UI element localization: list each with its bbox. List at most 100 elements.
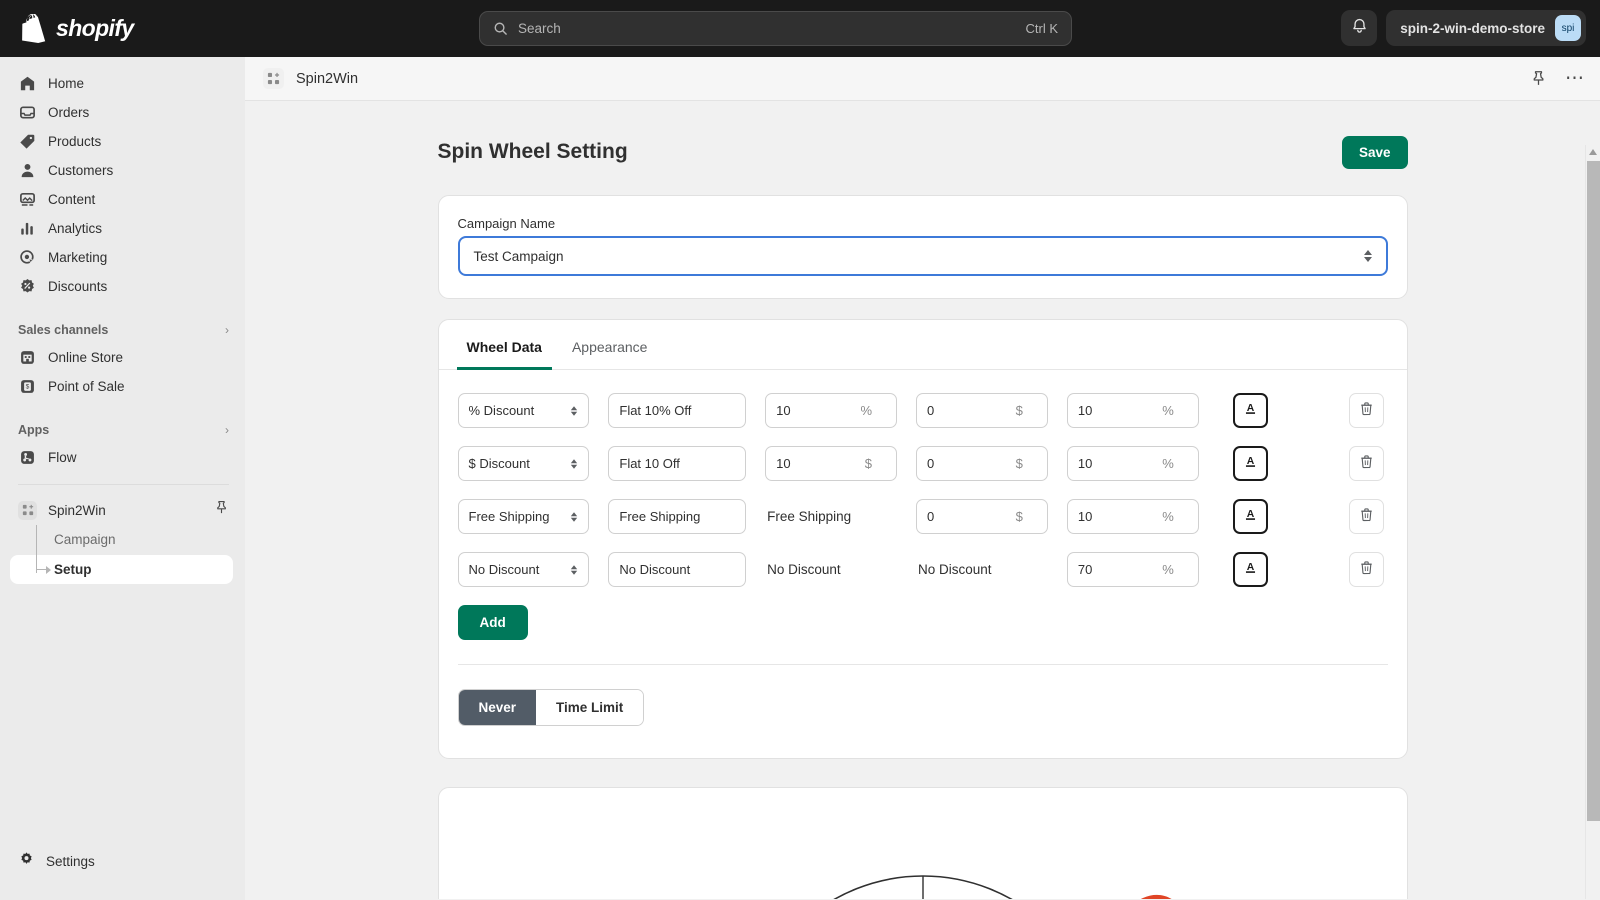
sidebar-item-campaign[interactable]: Campaign [10, 525, 233, 554]
row-color-cell: A [1232, 552, 1271, 587]
tab-wheel-data[interactable]: Wheel Data [456, 330, 552, 370]
delete-row-button[interactable] [1349, 446, 1385, 481]
value-suffix: % [1162, 509, 1174, 524]
wheel-label-input[interactable]: Free Shipping [608, 499, 747, 534]
discount-type-select[interactable]: Free Shipping [457, 499, 590, 534]
sidebar-item-label: Campaign [54, 532, 116, 547]
row-probability-cell: 10 % [1066, 499, 1199, 534]
add-row-button[interactable]: Add [457, 605, 528, 640]
more-horizontal-icon[interactable]: ⋯ [1565, 69, 1585, 88]
wheel-label-input[interactable]: No Discount [608, 552, 747, 587]
vertical-scrollbar[interactable] [1585, 145, 1600, 899]
tab-appearance[interactable]: Appearance [562, 330, 658, 370]
sidebar-item-settings[interactable]: Settings [10, 847, 103, 876]
svg-text:A: A [1247, 455, 1255, 466]
sidebar-item-point-of-sale[interactable]: $ Point of Sale [10, 372, 237, 401]
text-color-button[interactable]: A [1232, 446, 1268, 481]
probability-value: 10 [1077, 403, 1093, 418]
sidebar-item-home[interactable]: Home [10, 69, 237, 98]
text-color-button[interactable]: A [1232, 499, 1268, 534]
sidebar-item-content[interactable]: Content [10, 185, 237, 214]
tree-connector [36, 525, 37, 573]
probability-input[interactable]: 10 % [1066, 393, 1199, 428]
row-value1-cell: Free Shipping [765, 509, 897, 524]
delete-row-button[interactable] [1349, 499, 1385, 534]
minimum-amount-input[interactable]: 0 $ [916, 499, 1048, 534]
probability-input[interactable]: 10 % [1066, 499, 1199, 534]
notifications-button[interactable] [1341, 10, 1378, 46]
chevron-right-icon[interactable]: › [225, 423, 229, 437]
segment-never[interactable]: Never [458, 690, 537, 725]
sidebar-item-flow[interactable]: Flow [10, 443, 237, 472]
save-button[interactable]: Save [1341, 135, 1408, 169]
row-delete-cell [1349, 393, 1387, 428]
svg-text:A: A [1247, 402, 1255, 413]
sidebar-item-online-store[interactable]: Online Store [10, 343, 237, 372]
table-row: Free Shipping Free Shipping Free Shippin… [457, 490, 1388, 543]
minimum-amount-value: 0 [927, 509, 935, 524]
probability-input[interactable]: 70 % [1066, 552, 1199, 587]
store-switcher[interactable]: spin-2-win-demo-store spi [1386, 10, 1586, 46]
discount-type-select[interactable]: $ Discount [457, 446, 590, 481]
wheel-preview-card [437, 787, 1408, 899]
row-color-cell: A [1232, 446, 1271, 481]
sidebar-section-sales-channels[interactable]: Sales channels › [18, 317, 229, 343]
search-input[interactable]: Search [518, 21, 1026, 36]
discount-value-input[interactable]: 10 % [765, 393, 898, 428]
shopify-logo[interactable]: shopify [22, 14, 134, 43]
minimum-amount-value: 0 [927, 403, 935, 418]
row-delete-cell [1349, 552, 1387, 587]
wheel-label-input[interactable]: Flat 10% Off [608, 393, 747, 428]
row-type-cell: $ Discount [457, 446, 590, 481]
chevron-updown-icon [571, 511, 578, 522]
page-heading: Spin Wheel Setting [437, 140, 628, 163]
sidebar-item-spin2win[interactable]: Spin2Win [10, 495, 237, 525]
trash-icon [1359, 507, 1374, 527]
orders-icon [18, 103, 37, 122]
sidebar-item-products[interactable]: Products [10, 127, 237, 156]
campaign-name-select[interactable]: Test Campaign [457, 236, 1388, 276]
trash-icon [1359, 401, 1374, 421]
sidebar-item-orders[interactable]: Orders [10, 98, 237, 127]
probability-input[interactable]: 10 % [1066, 446, 1199, 481]
value-suffix: $ [864, 456, 873, 471]
section-divider [457, 664, 1388, 665]
scrollbar-thumb[interactable] [1587, 161, 1600, 821]
sidebar-section-apps[interactable]: Apps › [18, 417, 229, 443]
pin-icon[interactable] [1530, 70, 1547, 87]
segment-time-limit[interactable]: Time Limit [536, 690, 644, 725]
row-value1-cell: 10 % [765, 393, 898, 428]
delete-row-button[interactable] [1349, 552, 1385, 587]
wheel-preview-graphic[interactable] [439, 788, 1407, 899]
pin-icon[interactable] [214, 500, 229, 520]
discount-type-select[interactable]: No Discount [457, 552, 590, 587]
sidebar-item-discounts[interactable]: Discounts [10, 272, 237, 301]
sidebar-item-marketing[interactable]: Marketing [10, 243, 237, 272]
row-label-cell: Flat 10% Off [608, 393, 747, 428]
page-title: Spin2Win [296, 70, 359, 87]
discount-value-input[interactable]: 10 $ [765, 446, 898, 481]
sidebar-item-label: Customers [48, 163, 114, 178]
chevron-right-icon[interactable]: › [225, 323, 229, 337]
discount-type-select[interactable]: % Discount [457, 393, 590, 428]
discount-type-value: % Discount [468, 403, 535, 418]
wheel-label-input[interactable]: Flat 10 Off [608, 446, 747, 481]
text-color-button[interactable]: A [1232, 393, 1268, 428]
scroll-up-arrow-icon[interactable] [1589, 149, 1597, 155]
global-search-box[interactable]: Search Ctrl K [479, 11, 1072, 46]
storefront-icon [18, 348, 37, 367]
minimum-amount-input[interactable]: 0 $ [916, 446, 1048, 481]
row-probability-cell: 70 % [1066, 552, 1199, 587]
minimum-amount-input[interactable]: 0 $ [916, 393, 1048, 428]
wheel-label-value: Flat 10% Off [619, 403, 692, 418]
sidebar-item-customers[interactable]: Customers [10, 156, 237, 185]
sidebar-item-analytics[interactable]: Analytics [10, 214, 237, 243]
sidebar-item-label: Products [48, 134, 102, 149]
app-grid-icon [18, 500, 37, 520]
text-color-button[interactable]: A [1232, 552, 1268, 587]
discount-value: 10 [776, 403, 791, 418]
delete-row-button[interactable] [1349, 393, 1385, 428]
campaign-name-value: Test Campaign [473, 248, 564, 264]
sidebar-item-setup[interactable]: Setup [10, 525, 233, 584]
